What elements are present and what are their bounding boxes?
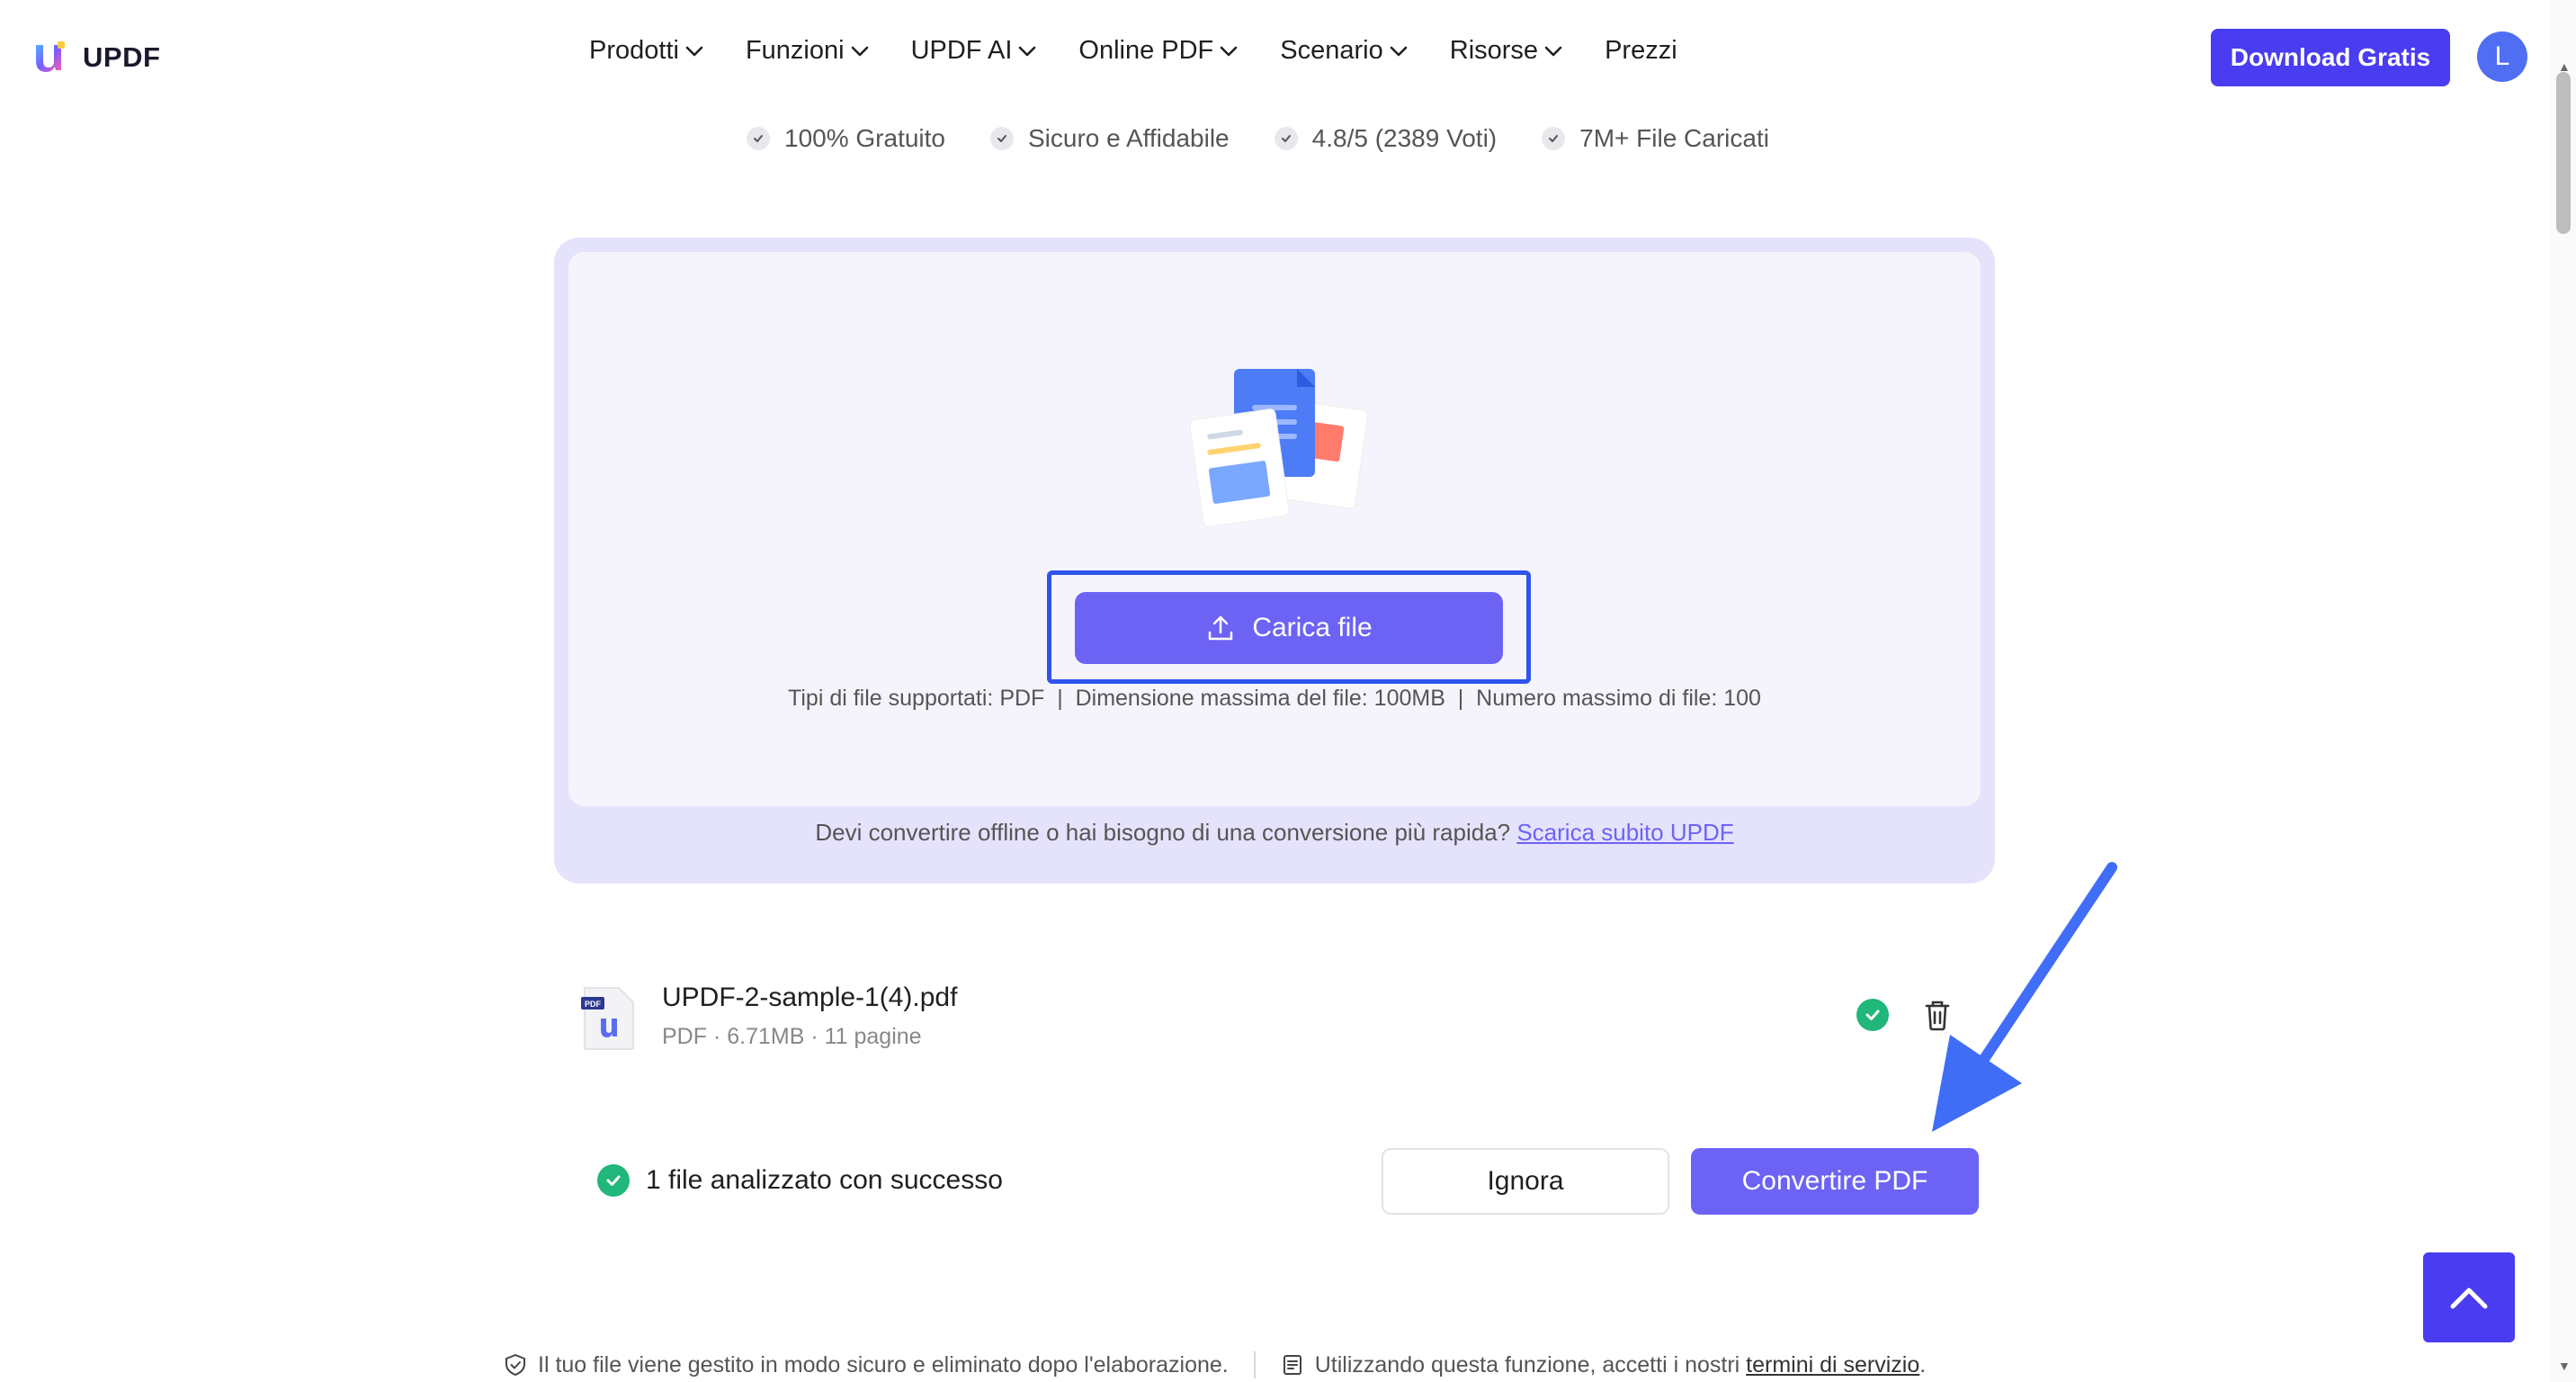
user-avatar[interactable]: L — [2477, 31, 2527, 82]
secure-note: Il tuo file viene gestito in modo sicuro… — [538, 1351, 1229, 1378]
analysis-status: 1 file analizzato con successo — [597, 1164, 1003, 1197]
check-icon — [990, 127, 1014, 150]
upload-file-button[interactable]: Carica file — [1075, 592, 1503, 664]
nav-item-prodotti[interactable]: Prodotti — [589, 36, 704, 66]
back-to-top-button[interactable] — [2423, 1252, 2515, 1342]
page-scrollbar[interactable]: ▲ ▼ — [2551, 0, 2576, 1382]
chevron-down-icon — [1390, 46, 1408, 56]
upload-icon — [1209, 615, 1233, 641]
nav-item-label: Prodotti — [589, 36, 679, 65]
updf-logo[interactable]: UPDF — [31, 38, 160, 77]
download-updf-link[interactable]: Scarica subito UPDF — [1516, 819, 1733, 846]
svg-text:PDF: PDF — [585, 1000, 602, 1009]
chevron-down-icon — [1019, 46, 1036, 56]
pdf-file-icon: PDF — [581, 987, 634, 1050]
upload-dropzone[interactable]: Carica file Tipi di file supportati: PDF… — [568, 252, 1981, 806]
upload-button-focus-outline: Carica file — [1047, 570, 1531, 684]
trust-badge-label: Sicuro e Affidabile — [1028, 124, 1230, 152]
main-nav: Prodotti Funzioni UPDF AI Online PDF Scenari… — [589, 36, 1719, 66]
trust-badge: 100% Gratuito — [747, 124, 945, 153]
terms-prefix: Utilizzando questa funzione, accetti i n… — [1314, 1351, 1747, 1378]
nav-item-label: Scenario — [1280, 36, 1383, 65]
scroll-down-icon[interactable]: ▼ — [2558, 1359, 2571, 1373]
analysis-status-text: 1 file analizzato con successo — [646, 1165, 1003, 1195]
chevron-down-icon — [851, 46, 868, 56]
page: UPDF Prodotti Funzioni UPDF AI Online PDF Sc… — [0, 0, 2576, 1382]
nav-item-funzioni[interactable]: Funzioni — [746, 36, 870, 66]
check-icon — [1542, 127, 1566, 150]
file-success-icon — [1856, 999, 1889, 1031]
file-meta: PDF · 6.71MB · 11 pagine — [662, 1024, 922, 1049]
trust-badge-label: 4.8/5 (2389 Voti) — [1311, 124, 1498, 152]
trust-badge: 7M+ File Caricati — [1542, 124, 1769, 153]
offline-note: Devi convertire offline o hai bisogno di… — [554, 819, 1995, 847]
nav-item-prezzi[interactable]: Prezzi — [1605, 36, 1677, 66]
chevron-up-icon — [2450, 1288, 2488, 1309]
upload-file-label: Carica file — [1252, 613, 1373, 642]
documents-illustration-icon — [1189, 369, 1368, 527]
nav-item-risorse[interactable]: Risorse — [1450, 36, 1563, 66]
nav-item-label: Risorse — [1449, 36, 1539, 65]
trust-badge: Sicuro e Affidabile — [990, 124, 1230, 153]
logo-text: UPDF — [83, 41, 161, 73]
check-icon — [747, 127, 770, 150]
download-free-button[interactable]: Download Gratis — [2211, 29, 2450, 86]
nav-item-label: Funzioni — [745, 36, 845, 65]
trust-badge: 4.8/5 (2389 Voti) — [1274, 124, 1498, 153]
file-name: UPDF-2-sample-1(4).pdf — [662, 983, 958, 1012]
terms-suffix: . — [1919, 1351, 1927, 1378]
chevron-down-icon — [1544, 46, 1562, 56]
nav-item-label: Online PDF — [1078, 36, 1214, 65]
check-icon — [1274, 127, 1298, 150]
nav-item-label: Prezzi — [1605, 36, 1677, 65]
convert-pdf-button[interactable]: Convertire PDF — [1691, 1148, 1979, 1215]
chevron-down-icon — [1220, 46, 1238, 56]
supported-file-info: Tipi di file supportati: PDF | Dimension… — [788, 686, 1761, 711]
nav-item-updf-ai[interactable]: UPDF AI — [911, 36, 1038, 66]
updf-logo-icon — [36, 41, 65, 72]
trust-badge-label: 7M+ File Caricati — [1579, 124, 1769, 152]
trust-badge-label: 100% Gratuito — [784, 124, 945, 152]
nav-item-scenario[interactable]: Scenario — [1280, 36, 1408, 66]
nav-item-label: UPDF AI — [910, 36, 1013, 65]
footer-notes: Il tuo file viene gestito in modo sicuro… — [504, 1351, 1926, 1378]
site-header: UPDF Prodotti Funzioni UPDF AI Online PDF Sc… — [0, 0, 2576, 115]
file-list-item: PDF UPDF-2-sample-1(4).pdf PDF · 6.71MB … — [576, 981, 1979, 1062]
trust-badges: 100% Gratuito Sicuro e Affidabile 4.8/5 (2… — [747, 124, 1814, 153]
terms-of-service-link[interactable]: termini di servizio — [1746, 1352, 1919, 1378]
offline-note-text: Devi convertire offline o hai bisogno di… — [815, 819, 1517, 846]
success-check-icon — [597, 1164, 630, 1197]
scrollbar-thumb[interactable] — [2556, 72, 2571, 234]
chevron-down-icon — [685, 46, 703, 56]
document-icon — [1283, 1355, 1301, 1375]
shield-check-icon — [505, 1354, 525, 1376]
ignore-button[interactable]: Ignora — [1382, 1148, 1669, 1215]
annotation-arrow-icon — [1932, 862, 2117, 1132]
nav-item-online-pdf[interactable]: Online PDF — [1078, 36, 1239, 66]
footer-divider — [1253, 1351, 1256, 1378]
upload-panel: Carica file Tipi di file supportati: PDF… — [554, 238, 1995, 884]
